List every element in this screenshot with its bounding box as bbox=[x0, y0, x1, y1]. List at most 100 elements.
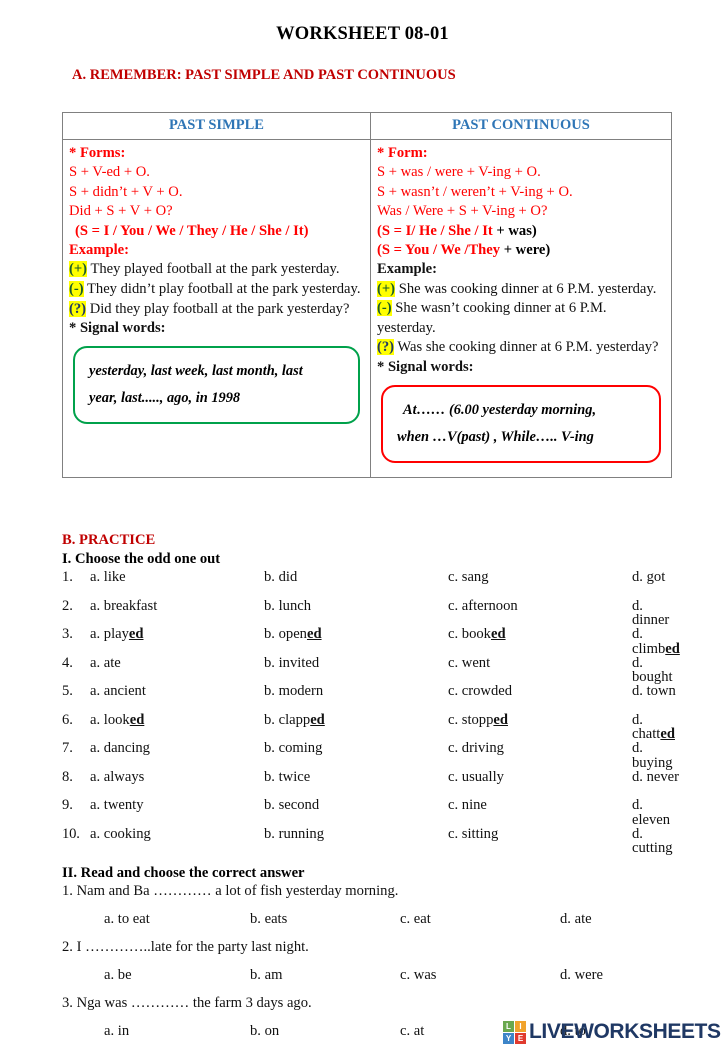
option-c[interactable]: c. usually bbox=[448, 769, 632, 785]
option-d[interactable]: d. got bbox=[632, 570, 682, 585]
logo-square-y: Y bbox=[503, 1032, 514, 1044]
option-b[interactable]: b. did bbox=[264, 570, 448, 585]
option-d[interactable]: d. dinner bbox=[632, 598, 682, 628]
past-simple-forms-label: * Forms: bbox=[69, 145, 126, 161]
option-c[interactable]: c. eat bbox=[400, 912, 560, 927]
option-c-stem: c. book bbox=[448, 626, 491, 642]
question-number: 6. bbox=[62, 711, 73, 728]
part-1-heading: I. Choose the odd one out bbox=[62, 551, 221, 567]
reading-question-2: 2. I …………..late for the party last night… bbox=[62, 940, 682, 996]
affirmative-text: They played football at the park yesterd… bbox=[90, 261, 340, 278]
question-row-6: 6. a. looked b. clapped c. stopped d. ch… bbox=[62, 711, 682, 743]
option-d[interactable]: d. town bbox=[632, 684, 682, 699]
option-d[interactable]: d. never bbox=[632, 769, 682, 785]
option-c[interactable]: c. nine bbox=[448, 798, 632, 813]
option-a[interactable]: a. cooking bbox=[90, 826, 264, 842]
option-c[interactable]: c. afternoon bbox=[448, 598, 632, 614]
option-b[interactable]: b. second bbox=[264, 798, 448, 813]
option-a[interactable]: a. dancing bbox=[90, 741, 264, 756]
option-a[interactable]: a. twenty bbox=[90, 798, 264, 813]
affirmative-marker: (+) bbox=[377, 280, 396, 297]
option-c-ed-suffix: ed bbox=[493, 711, 508, 728]
subjects-were-black: + were) bbox=[503, 242, 551, 259]
past-continuous-example-question: (?) Was she cooking dinner at 6 P.M. yes… bbox=[377, 338, 665, 358]
question-row-9: 9. a. twenty b. second c. nine d. eleven bbox=[62, 798, 682, 827]
option-c[interactable]: c. went bbox=[448, 655, 632, 671]
past-continuous-form-3: Was / Were + S + V-ing + O? bbox=[377, 203, 548, 220]
option-d[interactable]: d. buying bbox=[632, 741, 682, 770]
option-a[interactable]: a. ate bbox=[90, 655, 264, 671]
option-a[interactable]: a. breakfast bbox=[90, 598, 264, 614]
option-c[interactable]: c. stopped bbox=[448, 711, 632, 728]
option-b[interactable]: b. on bbox=[250, 1024, 400, 1039]
option-d[interactable]: d. eleven bbox=[632, 798, 682, 827]
option-a[interactable]: a. looked bbox=[90, 712, 264, 728]
option-a[interactable]: a. to eat bbox=[104, 912, 250, 927]
option-c[interactable]: c. was bbox=[400, 968, 560, 983]
option-b[interactable]: b. coming bbox=[264, 741, 448, 756]
option-d[interactable]: d. ate bbox=[560, 912, 682, 927]
past-simple-form-3: Did + S + V + O? bbox=[69, 203, 173, 220]
option-b[interactable]: b. invited bbox=[264, 655, 448, 671]
option-c[interactable]: c. booked bbox=[448, 627, 632, 642]
past-simple-signal-box: yesterday, last week, last month, last y… bbox=[73, 346, 360, 424]
option-d[interactable]: d. cutting bbox=[632, 826, 682, 856]
option-c[interactable]: c. crowded bbox=[448, 684, 632, 699]
option-a[interactable]: a. played bbox=[90, 627, 264, 642]
past-simple-signal-line-1: yesterday, last week, last month, last bbox=[89, 363, 303, 380]
question-number: 7. bbox=[62, 740, 73, 756]
past-simple-signal-line-2: year, last....., ago, in 1998 bbox=[89, 390, 241, 407]
past-simple-form-1: S + V-ed + O. bbox=[69, 164, 150, 181]
affirmative-marker: (+) bbox=[69, 261, 88, 278]
option-a[interactable]: a. ancient bbox=[90, 684, 264, 699]
grammar-comparison-table: PAST SIMPLE PAST CONTINUOUS * Forms: S +… bbox=[62, 112, 672, 478]
option-d-ed-suffix: ed bbox=[660, 726, 675, 743]
option-c[interactable]: c. sitting bbox=[448, 826, 632, 842]
question-stem: 2. I …………..late for the party last night… bbox=[62, 939, 309, 955]
negative-text: She wasn’t cooking dinner at 6 P.M. yest… bbox=[377, 300, 607, 336]
option-d[interactable]: d. climbed bbox=[632, 627, 682, 656]
option-a[interactable]: a. be bbox=[104, 968, 250, 983]
option-b[interactable]: b. running bbox=[264, 826, 448, 842]
option-d[interactable]: d. bought bbox=[632, 655, 682, 685]
past-continuous-signal-line-1: At…… (6.00 yesterday morning, bbox=[403, 402, 597, 419]
question-number: 10. bbox=[62, 825, 80, 842]
option-b[interactable]: b. am bbox=[250, 968, 400, 983]
option-b[interactable]: b. opened bbox=[264, 627, 448, 642]
question-row-3: 3. a. played b. opened c. booked d. clim… bbox=[62, 627, 682, 656]
option-a[interactable]: a. always bbox=[90, 769, 264, 785]
question-text: Did they play football at the park yeste… bbox=[89, 300, 350, 317]
option-c[interactable]: c. sang bbox=[448, 570, 632, 585]
option-b[interactable]: b. eats bbox=[250, 912, 400, 927]
question-row-7: 7. a. dancing b. coming c. driving d. bu… bbox=[62, 741, 682, 770]
question-row-5: 5. a. ancient b. modern c. crowded d. to… bbox=[62, 684, 682, 713]
negative-marker: (-) bbox=[69, 280, 84, 297]
option-c[interactable]: c. driving bbox=[448, 741, 632, 756]
past-simple-signal-label: * Signal words: bbox=[69, 320, 166, 337]
logo-square-i: I bbox=[515, 1020, 526, 1032]
column-header-past-continuous: PAST CONTINUOUS bbox=[452, 117, 590, 133]
logo-square-l: L bbox=[503, 1020, 514, 1032]
subjects-was-red: (S = I/ He / She / It bbox=[377, 222, 497, 239]
option-a[interactable]: a. like bbox=[90, 570, 264, 585]
question-marker: (?) bbox=[377, 339, 395, 356]
question-number: 9. bbox=[62, 797, 73, 813]
option-b[interactable]: b. lunch bbox=[264, 598, 448, 614]
option-b-ed-suffix: ed bbox=[310, 711, 325, 728]
question-row-8: 8. a. always b. twice c. usually d. neve… bbox=[62, 769, 682, 799]
table-body-row: * Forms: S + V-ed + O. S + didn’t + V + … bbox=[63, 140, 671, 477]
option-b-ed-suffix: ed bbox=[306, 626, 322, 642]
option-b[interactable]: b. modern bbox=[264, 684, 448, 699]
option-a-ed-suffix: ed bbox=[128, 626, 144, 642]
option-d[interactable]: d. were bbox=[560, 968, 682, 983]
past-simple-example-label: Example: bbox=[69, 242, 129, 259]
subjects-was-black: + was) bbox=[496, 222, 537, 239]
option-a[interactable]: a. in bbox=[104, 1024, 250, 1039]
option-b[interactable]: b. twice bbox=[264, 769, 448, 785]
option-b[interactable]: b. clapped bbox=[264, 711, 448, 728]
option-d[interactable]: d. chatted bbox=[632, 711, 682, 743]
option-d-stem: d. chatt bbox=[632, 711, 661, 743]
past-continuous-signal-label: * Signal words: bbox=[377, 359, 474, 376]
part-2-heading: II. Read and choose the correct answer bbox=[62, 865, 305, 881]
past-simple-subjects: (S = I / You / We / They / He / She / It… bbox=[75, 222, 309, 239]
